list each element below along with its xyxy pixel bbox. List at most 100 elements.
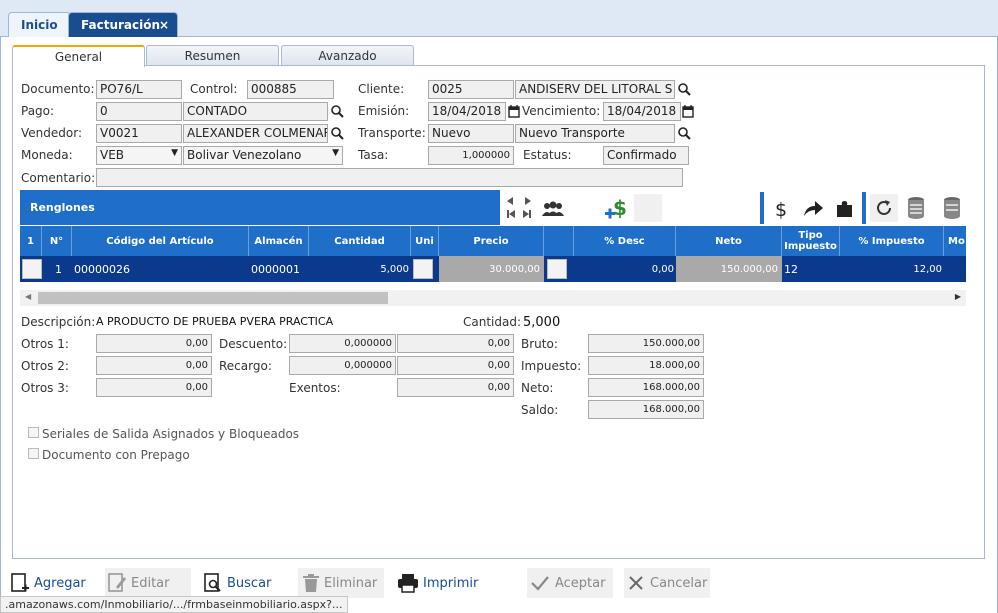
row-nav-controls[interactable]	[505, 194, 533, 222]
agregar-button[interactable]: Agregar	[10, 568, 90, 598]
otros2-field[interactable]: 0,00	[96, 356, 212, 375]
share-arrow-icon[interactable]	[800, 196, 826, 222]
estatus-label: Estatus:	[523, 148, 572, 162]
documento-label: Documento:	[21, 82, 95, 96]
recargo-pct-field[interactable]: 0,000000	[289, 356, 396, 375]
horizontal-scrollbar[interactable]: ◀ ▶	[20, 290, 966, 306]
blank-tool-button[interactable]	[634, 194, 662, 222]
descuento-field[interactable]: 0,00	[397, 334, 514, 353]
emision-field[interactable]: 18/04/2018	[428, 102, 506, 121]
otros3-field[interactable]: 0,00	[96, 378, 212, 397]
control-field[interactable]: 000885	[247, 80, 334, 99]
col-header-num[interactable]: N°	[42, 226, 72, 256]
close-icon[interactable]: ×	[159, 18, 169, 32]
cliente-code-field[interactable]: 0025	[428, 80, 514, 99]
comentario-label: Comentario:	[21, 171, 96, 185]
search-icon[interactable]	[330, 125, 344, 141]
search-icon[interactable]	[677, 125, 691, 141]
comentario-field[interactable]	[96, 168, 683, 187]
col-header-desc[interactable]: % Desc	[574, 226, 676, 256]
add-document-icon	[11, 573, 29, 592]
descuento-pct-field[interactable]: 0,000000	[289, 334, 396, 353]
row-blank-box[interactable]	[547, 256, 567, 282]
imprimir-label: Imprimir	[423, 575, 479, 591]
scroll-thumb[interactable]	[38, 292, 388, 304]
row-almacen[interactable]: 0000001	[251, 256, 300, 282]
exentos-field: 0,00	[397, 378, 514, 397]
vendedor-name-field[interactable]: ALEXANDER COLMENAR	[183, 124, 328, 143]
transporte-name-field[interactable]: Nuevo Transporte	[515, 124, 675, 143]
editar-label: Editar	[131, 575, 170, 591]
estatus-field[interactable]: Confirmado	[603, 146, 689, 165]
tasa-label: Tasa:	[358, 148, 389, 162]
search-icon[interactable]	[330, 103, 344, 119]
moneda-select[interactable]: VEB ▼	[96, 146, 182, 165]
transporte-code-field[interactable]: Nuevo	[428, 124, 514, 143]
tasa-field[interactable]: 1,000000	[428, 146, 514, 165]
cliente-name-field[interactable]: ANDISERV DEL LITORAL S	[515, 80, 675, 99]
documento-field[interactable]: PO76/L	[96, 80, 182, 99]
prepago-checkbox[interactable]	[28, 448, 39, 459]
tab-resumen[interactable]: Resumen	[146, 45, 279, 66]
row-desc[interactable]: 0,00	[574, 256, 674, 282]
database-list-icon[interactable]	[905, 194, 931, 222]
tab-facturacion[interactable]: Facturación ×	[68, 12, 178, 37]
col-header-mo[interactable]: Mo	[944, 226, 966, 256]
refresh-icon[interactable]	[870, 194, 898, 222]
moneda-name-select[interactable]: Bolivar Venezolano ▼	[183, 146, 343, 165]
dollar-icon[interactable]: $	[770, 196, 792, 222]
editar-button[interactable]: Editar	[105, 568, 191, 598]
calendar-icon[interactable]	[681, 103, 695, 119]
row-select-box[interactable]	[22, 256, 42, 282]
vendedor-label: Vendedor:	[21, 126, 82, 140]
puzzle-icon[interactable]	[833, 196, 857, 222]
add-price-icon[interactable]: $	[603, 195, 631, 223]
search-icon[interactable]	[677, 81, 691, 97]
imprimir-button[interactable]: Imprimir	[397, 568, 483, 598]
col-header-impuesto[interactable]: % Impuesto	[840, 226, 944, 256]
col-header-precio[interactable]: Precio	[439, 226, 544, 256]
pago-label: Pago:	[21, 104, 55, 118]
vendedor-code-field[interactable]: V0021	[96, 124, 182, 143]
col-header-tipo-impuesto[interactable]: Tipo Impuesto	[782, 226, 840, 256]
row-tipo-impuesto[interactable]: 12	[784, 256, 798, 282]
col-header-cantidad[interactable]: Cantidad	[309, 226, 411, 256]
row-cantidad[interactable]: 5,000	[309, 256, 409, 282]
vencimiento-field[interactable]: 18/04/2018	[603, 102, 681, 121]
col-header-codigo[interactable]: Código del Artículo	[72, 226, 249, 256]
row-codigo[interactable]: 00000026	[74, 256, 130, 282]
toolbar-separator	[760, 192, 764, 224]
cliente-label: Cliente:	[358, 82, 405, 96]
close-icon	[629, 576, 643, 590]
col-header-select[interactable]: 1	[20, 226, 42, 256]
status-bar-url: .amazonaws.com/Inmobiliario/.../frmbasei…	[0, 596, 348, 613]
row-precio[interactable]: 30.000,00	[439, 256, 544, 282]
database-icon[interactable]	[937, 194, 963, 222]
prepago-label: Documento con Prepago	[42, 448, 190, 462]
seriales-checkbox[interactable]	[28, 427, 39, 438]
row-impuesto: 12,00	[913, 263, 942, 275]
col-header-almacen[interactable]: Almacén	[249, 226, 309, 256]
col-header-uni[interactable]: Uni	[411, 226, 439, 256]
recargo-field[interactable]: 0,00	[397, 356, 514, 375]
row-num: 1	[55, 262, 62, 276]
scroll-left-icon[interactable]: ◀	[25, 292, 31, 301]
calendar-icon[interactable]	[507, 103, 521, 119]
svg-text:$: $	[775, 199, 787, 220]
col-header-neto[interactable]: Neto	[676, 226, 782, 256]
tab-general[interactable]: General	[12, 45, 145, 67]
scroll-right-icon[interactable]: ▶	[955, 292, 961, 301]
pago-name-field[interactable]: CONTADO	[183, 102, 328, 121]
col-header-blank[interactable]	[544, 226, 574, 256]
row-uni-box[interactable]	[413, 256, 433, 282]
eliminar-button[interactable]: Eliminar	[298, 568, 384, 598]
pago-code-field[interactable]: 0	[96, 102, 182, 121]
otros1-field[interactable]: 0,00	[96, 334, 212, 353]
tab-inicio[interactable]: Inicio	[8, 12, 71, 37]
cancelar-button[interactable]: Cancelar	[624, 568, 710, 598]
aceptar-button[interactable]: Aceptar	[527, 568, 613, 598]
buscar-button[interactable]: Buscar	[203, 568, 283, 598]
table-row[interactable]: 1 00000026 0000001 5,000 30.000,00 0,00 …	[20, 256, 966, 282]
tab-avanzado[interactable]: Avanzado	[281, 45, 414, 66]
users-icon[interactable]	[540, 196, 566, 222]
